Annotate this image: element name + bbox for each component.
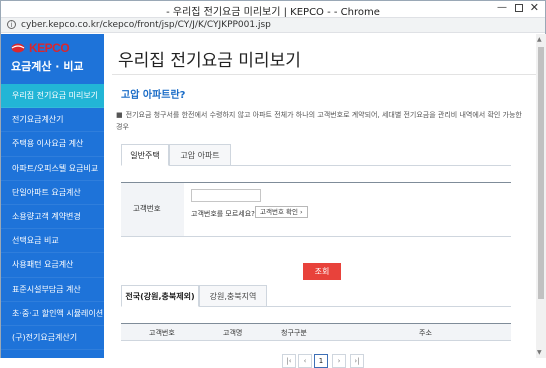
form-label-cell: 고객번호 [121, 183, 184, 236]
column-header: 고객명 [223, 329, 243, 337]
column-header: 청구구분 [281, 329, 307, 337]
address-bar[interactable]: i cyber.kepco.co.kr/ckepco/front/jsp/CY/… [1, 17, 545, 33]
section-title: 고압 아파트란? [121, 90, 186, 101]
region-tabs: 전국(강원,충북제외) 강원,충북지역 [121, 285, 511, 307]
kepco-logo-icon [11, 43, 25, 53]
customer-number-check-button[interactable]: 고객번호 확인 › [255, 206, 308, 218]
tab-nationwide[interactable]: 전국(강원,충북제외) [121, 285, 199, 307]
minimize-button[interactable]: — [497, 2, 507, 13]
url-text[interactable]: cyber.kepco.co.kr/ckepco/front/jsp/CY/J/… [21, 20, 271, 30]
tab-gangwon-chungbuk[interactable]: 강원,충북지역 [199, 285, 267, 307]
main-content: 우리집 전기요금 미리보기 고압 아파트란? ■ 전기요금 청구서를 한전에서 수… [104, 34, 536, 368]
browser-window: - 우리집 전기요금 미리보기 | KEPCO - - Chrome — ✕ i… [0, 0, 546, 368]
title-bar: - 우리집 전기요금 미리보기 | KEPCO - - Chrome — ✕ [1, 1, 545, 18]
customer-number-label: 고객번호 [133, 204, 161, 213]
last-page-button[interactable]: ›| [350, 354, 364, 368]
sidebar-item-school-discount[interactable]: 초·중·고 할인액 시뮬레이션 [1, 302, 104, 326]
sidebar-item-facility-charge[interactable]: 표준시설부담금 계산 [1, 278, 104, 302]
sidebar-item-optional-rate[interactable]: 선택요금 비교 [1, 229, 104, 254]
tab-high-voltage-apartment[interactable]: 고압 아파트 [169, 144, 231, 166]
page-title: 우리집 전기요금 미리보기 [118, 51, 301, 71]
description-text: 전기요금 청구서를 한전에서 수령하지 않고 아파트 전체가 하나의 고객번호로… [116, 111, 522, 131]
sidebar-item-moving-calc[interactable]: 주택용 이사요금 계산 [1, 132, 104, 157]
housing-type-tabs: 일반주택 고압 아파트 [121, 144, 511, 166]
bullet-icon: ■ [116, 111, 123, 119]
sidebar-item-single-apartment[interactable]: 단일아파트 요금계산 [1, 181, 104, 205]
customer-number-help: 고객번호를 모르세요? [191, 210, 255, 218]
scroll-thumb[interactable] [538, 47, 544, 299]
sidebar-item-apartment-compare[interactable]: 아파트/오피스텔 요금비교 [1, 157, 104, 181]
first-page-button[interactable]: |‹ [282, 354, 296, 368]
scroll-down-icon[interactable]: ▼ [537, 349, 542, 356]
prev-page-button[interactable]: ‹ [298, 354, 312, 368]
title-divider [112, 74, 536, 75]
logo-text: KEPCO [29, 41, 70, 55]
info-icon[interactable]: i [7, 20, 16, 29]
column-header: 고객번호 [149, 329, 175, 337]
description: ■ 전기요금 청구서를 한전에서 수령하지 않고 아파트 전체가 하나의 고객번호… [116, 109, 526, 133]
close-button[interactable]: ✕ [530, 1, 539, 14]
tab-general-house[interactable]: 일반주택 [121, 144, 169, 166]
window-title: - 우리집 전기요금 미리보기 | KEPCO - - Chrome [166, 7, 380, 18]
sidebar-item-home-preview[interactable]: 우리집 전기요금 미리보기 [1, 84, 104, 109]
logo-area: KEPCO 요금계산 · 비교 [1, 34, 104, 82]
sidebar-subtitle: 요금계산 · 비교 [11, 60, 84, 73]
search-button[interactable]: 조회 [303, 263, 341, 280]
sidebar-menu: 우리집 전기요금 미리보기 전기요금계산기 주택용 이사요금 계산 아파트/오피… [1, 84, 104, 351]
sidebar: KEPCO 요금계산 · 비교 우리집 전기요금 미리보기 전기요금계산기 주택… [1, 34, 104, 358]
column-header: 주소 [419, 329, 432, 337]
sidebar-item-calculator[interactable]: 전기요금계산기 [1, 108, 104, 133]
customer-number-input[interactable] [191, 189, 261, 202]
scroll-up-icon[interactable]: ▲ [537, 36, 542, 43]
customer-number-form: 고객번호 고객번호를 모르세요? 고객번호 확인 › [121, 182, 511, 237]
maximize-button[interactable] [515, 4, 523, 12]
results-table-header: 고객번호 고객명 청구구분 주소 [121, 323, 511, 341]
sidebar-item-old-calculator[interactable]: (구)전기요금계산기 [1, 326, 104, 351]
next-page-button[interactable]: › [332, 354, 346, 368]
page-number[interactable]: 1 [314, 354, 328, 368]
sidebar-item-usage-pattern[interactable]: 사용패턴 요금계산 [1, 253, 104, 278]
vertical-scrollbar[interactable]: ▲ ▼ [536, 34, 546, 358]
sidebar-item-contract-change[interactable]: 소용량고객 계약변경 [1, 205, 104, 230]
